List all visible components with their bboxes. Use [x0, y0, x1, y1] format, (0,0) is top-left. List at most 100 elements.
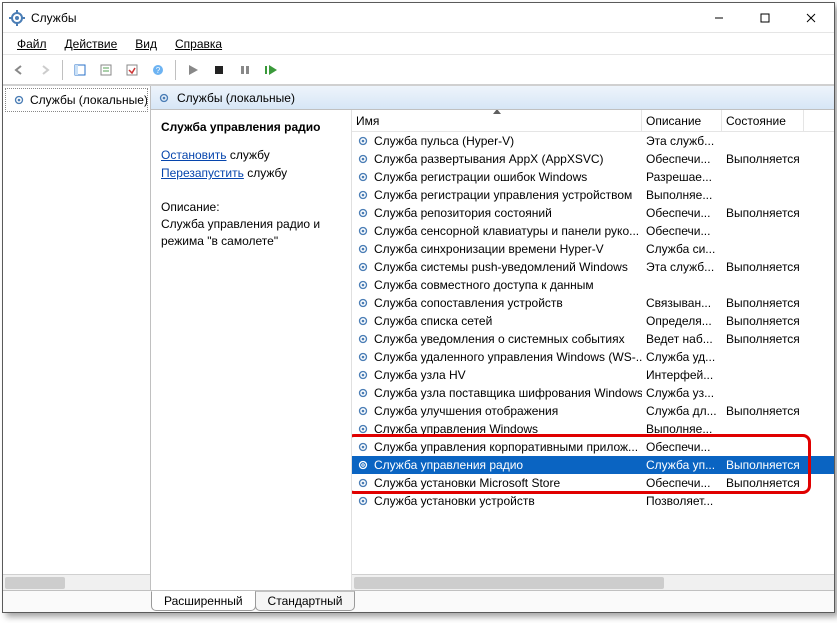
tab-standard[interactable]: Стандартный	[255, 591, 356, 611]
service-description: Позволяет...	[642, 494, 722, 508]
service-state: Выполняется	[722, 476, 804, 490]
service-gear-icon	[356, 476, 370, 490]
left-scrollbar[interactable]	[3, 574, 150, 590]
table-row[interactable]: Служба узла поставщика шифрования Window…	[352, 384, 834, 402]
service-description: Разрешае...	[642, 170, 722, 184]
service-name: Служба регистрации управления устройство…	[374, 188, 632, 202]
table-row[interactable]: Служба уведомления о системных событиях В…	[352, 330, 834, 348]
start-button[interactable]	[181, 58, 205, 82]
maximize-button[interactable]	[742, 3, 788, 33]
bottom-tabs: Расширенный Стандартный	[3, 590, 834, 612]
service-gear-icon	[356, 278, 370, 292]
tab-extended[interactable]: Расширенный	[151, 591, 256, 611]
table-row[interactable]: Служба системы push-уведомлений WindowsЭ…	[352, 258, 834, 276]
service-gear-icon	[356, 296, 370, 310]
menu-file[interactable]: Файл	[9, 35, 55, 53]
table-row[interactable]: Служба узла HVИнтерфей...	[352, 366, 834, 384]
right-panel: Службы (локальные) Служба управления рад…	[151, 86, 834, 590]
right-body: Служба управления радио Остановить служб…	[151, 110, 834, 590]
services-window: Службы Файл Действие Вид Справка ?	[2, 2, 835, 613]
list-body: Служба пульса (Hyper-V)Эта служб...Служб…	[352, 132, 834, 574]
service-state: Выполняется	[722, 206, 804, 220]
service-gear-icon	[356, 134, 370, 148]
service-description: Выполняе...	[642, 422, 722, 436]
service-gear-icon	[356, 332, 370, 346]
table-row[interactable]: Служба установки Microsoft StoreОбеспечи…	[352, 474, 834, 492]
stop-button[interactable]	[207, 58, 231, 82]
service-name: Служба удаленного управления Windows (WS…	[374, 350, 642, 364]
service-gear-icon	[356, 242, 370, 256]
service-description: Ведет наб...	[642, 332, 722, 346]
table-row[interactable]: Служба управления WindowsВыполняе...	[352, 420, 834, 438]
table-row[interactable]: Служба регистрации ошибок WindowsРазреша…	[352, 168, 834, 186]
toolbar-help-button[interactable]: ?	[146, 58, 170, 82]
svg-text:?: ?	[156, 66, 161, 75]
service-name: Служба установки Microsoft Store	[374, 476, 560, 490]
service-description: Определя...	[642, 314, 722, 328]
service-state: Выполняется	[722, 260, 804, 274]
minimize-button[interactable]	[696, 3, 742, 33]
service-name: Служба уведомления о системных событиях	[374, 332, 625, 346]
column-name[interactable]: Имя	[352, 110, 642, 131]
selected-service-name: Служба управления радио	[161, 120, 343, 134]
menu-help[interactable]: Справка	[167, 35, 230, 53]
table-row[interactable]: Служба улучшения отображенияСлужба дл...…	[352, 402, 834, 420]
toolbar-view-button[interactable]	[68, 58, 92, 82]
main-area: Службы (локальные) Службы (локальные) Сл…	[3, 85, 834, 590]
toolbar: ?	[3, 55, 834, 85]
table-row[interactable]: Служба совместного доступа к данным	[352, 276, 834, 294]
service-gear-icon	[356, 206, 370, 220]
service-name: Служба узла HV	[374, 368, 466, 382]
service-state: Выполняется	[722, 404, 804, 418]
table-row[interactable]: Служба сенсорной клавиатуры и панели рук…	[352, 222, 834, 240]
table-row[interactable]: Служба управления корпоративными прилож.…	[352, 438, 834, 456]
forward-button[interactable]	[33, 58, 57, 82]
column-state[interactable]: Состояние	[722, 110, 804, 131]
app-icon	[9, 10, 25, 26]
title-bar: Службы	[3, 3, 834, 33]
table-row[interactable]: Служба установки устройств Позволяет...	[352, 492, 834, 510]
service-name: Служба установки устройств	[374, 494, 535, 508]
stop-link[interactable]: Остановить	[161, 148, 227, 162]
table-row[interactable]: Служба репозитория состоянийОбеспечи...В…	[352, 204, 834, 222]
service-description: Эта служб...	[642, 134, 722, 148]
service-state: Выполняется	[722, 152, 804, 166]
service-state: Выполняется	[722, 458, 804, 472]
gear-icon	[157, 91, 171, 105]
service-gear-icon	[356, 404, 370, 418]
service-description: Выполняе...	[642, 188, 722, 202]
column-description[interactable]: Описание	[642, 110, 722, 131]
table-row[interactable]: Служба сопоставления устройствСвязыван..…	[352, 294, 834, 312]
description-text: Служба управления радио и режима "в само…	[161, 216, 343, 250]
pause-button[interactable]	[233, 58, 257, 82]
toolbar-properties-button[interactable]	[94, 58, 118, 82]
table-row[interactable]: Служба списка сетейОпределя...Выполняетс…	[352, 312, 834, 330]
service-gear-icon	[356, 314, 370, 328]
left-spacer	[3, 114, 150, 574]
left-tree-panel: Службы (локальные)	[3, 86, 151, 590]
service-gear-icon	[356, 422, 370, 436]
service-gear-icon	[356, 188, 370, 202]
restart-button[interactable]	[259, 58, 283, 82]
close-button[interactable]	[788, 3, 834, 33]
service-state: Выполняется	[722, 296, 804, 310]
service-gear-icon	[356, 368, 370, 382]
table-row[interactable]: Служба управления радиоСлужба уп...Выпол…	[352, 456, 834, 474]
list-scope-label: Службы (локальные)	[177, 91, 295, 105]
detail-panel: Служба управления радио Остановить служб…	[151, 110, 351, 590]
table-row[interactable]: Служба пульса (Hyper-V)Эта служб...	[352, 132, 834, 150]
menu-action[interactable]: Действие	[57, 35, 126, 53]
services-list: Имя Описание Состояние Служба пульса (Hy…	[351, 110, 834, 590]
table-row[interactable]: Служба синхронизации времени Hyper-VСлуж…	[352, 240, 834, 258]
tree-item-services-local[interactable]: Службы (локальные)	[5, 88, 148, 112]
toolbar-export-button[interactable]	[120, 58, 144, 82]
table-row[interactable]: Служба регистрации управления устройство…	[352, 186, 834, 204]
back-button[interactable]	[7, 58, 31, 82]
gear-icon	[12, 93, 26, 107]
service-name: Служба улучшения отображения	[374, 404, 558, 418]
restart-link[interactable]: Перезапустить	[161, 166, 244, 180]
list-scrollbar[interactable]	[352, 574, 834, 590]
table-row[interactable]: Служба удаленного управления Windows (WS…	[352, 348, 834, 366]
table-row[interactable]: Служба развертывания AppX (AppXSVC)Обесп…	[352, 150, 834, 168]
menu-view[interactable]: Вид	[127, 35, 165, 53]
